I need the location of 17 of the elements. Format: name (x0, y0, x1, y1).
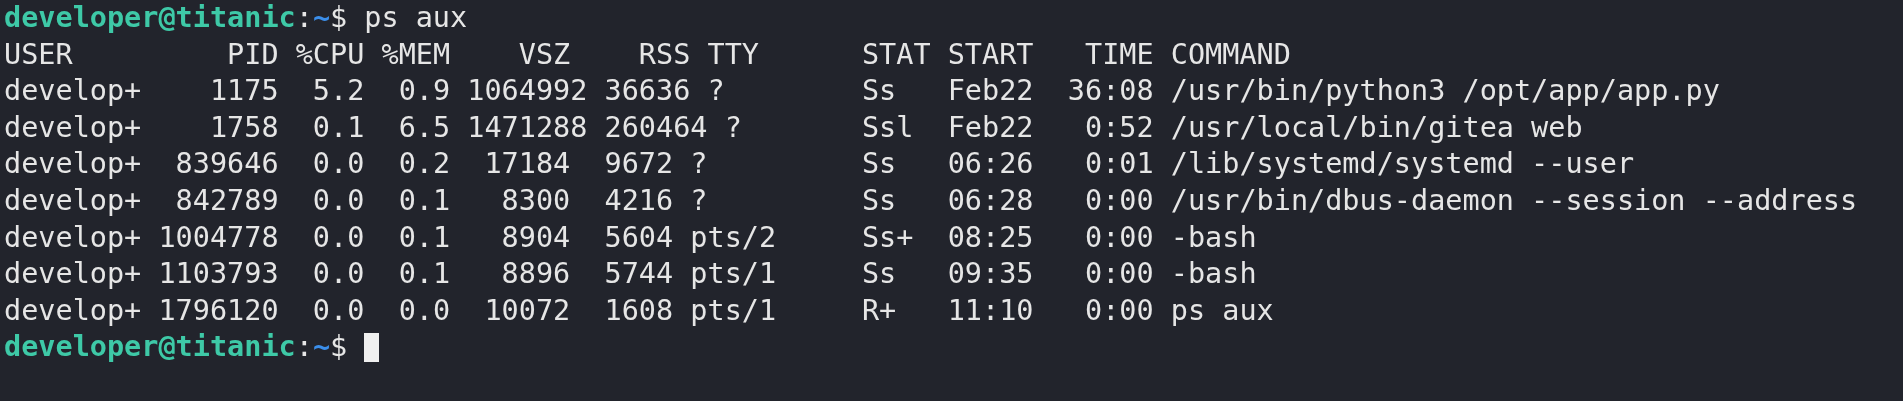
prompt-user-host: developer@titanic (4, 329, 296, 366)
prompt-separator: : (295, 329, 313, 366)
prompt-separator: : (295, 0, 313, 36)
output-line: develop+ 1103793 0.0 0.1 8896 5744 pts/1 Ss 09:35 0:00 -bash (4, 256, 1257, 293)
output-line: develop+ 839646 0.0 0.2 17184 9672 ? Ss 06:26 0:01 /lib/systemd/systemd --user (4, 146, 1635, 183)
command-text: ps aux (364, 0, 468, 36)
prompt-user-host: developer@titanic (4, 0, 296, 36)
prompt-path: ~ (312, 329, 331, 366)
prompt-path: ~ (312, 0, 331, 36)
prompt-symbol: $ (330, 0, 348, 36)
output-line: develop+ 1796120 0.0 0.0 10072 1608 pts/1 R+ 11:10 0:00 ps aux (4, 292, 1274, 329)
output-line: develop+ 1758 0.1 6.5 1471288 260464 ? Ssl Feb22 0:52 /usr/local/bin/gitea web (4, 109, 1583, 146)
output-line: develop+ 1004778 0.0 0.1 8904 5604 pts/2 Ss+ 08:25 0:00 -bash (4, 219, 1257, 256)
output-line: develop+ 1175 5.2 0.9 1064992 36636 ? Ss Feb22 36:08 /usr/bin/python3 /opt/app/app.py (4, 73, 1720, 110)
output-line: develop+ 842789 0.0 0.1 8300 4216 ? Ss 06:28 0:00 /usr/bin/dbus-daemon --session --address (4, 182, 1858, 219)
column-header-line: USER PID %CPU %MEM VSZ RSS TTY STAT START TIME COMMAND (4, 36, 1291, 73)
prompt-symbol: $ (330, 329, 348, 366)
